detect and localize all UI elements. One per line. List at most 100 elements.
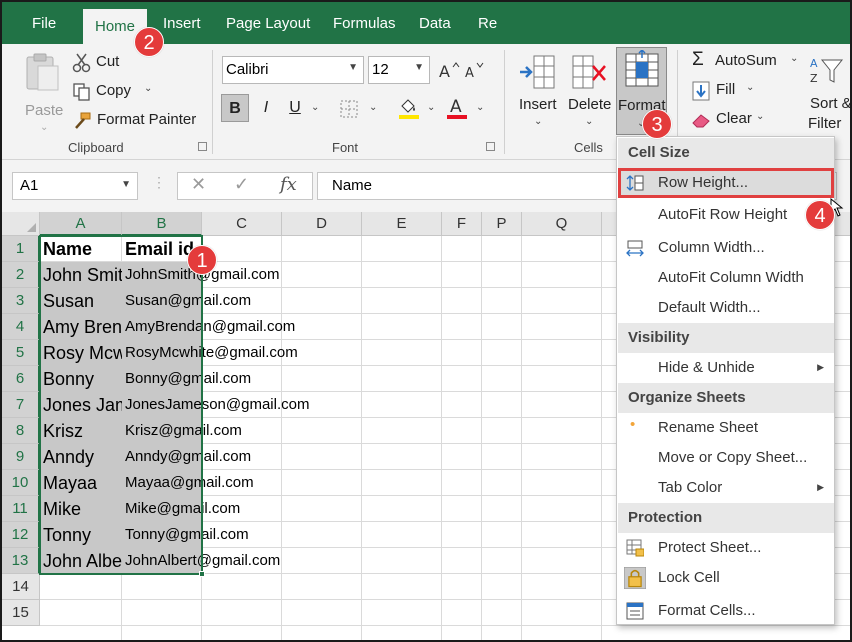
fill-color-icon[interactable] (397, 96, 421, 120)
row-header-7[interactable]: 7 (2, 392, 40, 418)
row-header-5[interactable]: 5 (2, 340, 40, 366)
chevron-right-icon: ▶ (817, 482, 824, 492)
tab-insert[interactable]: Insert (163, 12, 201, 40)
row-header-8[interactable]: 8 (2, 418, 40, 444)
fill-handle[interactable] (199, 571, 205, 577)
copy-button[interactable]: Copy ⌄ (72, 81, 162, 105)
sort-filter-button[interactable]: A Z Sort & Filter (808, 52, 850, 136)
menu-item-lock-cell[interactable]: Lock Cell (618, 563, 834, 593)
insert-cells-button[interactable]: Insert ⌄ (514, 50, 562, 134)
menu-item-protect-sheet[interactable]: Protect Sheet... (618, 533, 834, 563)
bold-button[interactable]: B (221, 94, 249, 122)
fill-button[interactable]: Fill ⌄ (690, 79, 770, 103)
row-header-1[interactable]: 1 (2, 236, 40, 262)
menu-item-tab-color[interactable]: Tab Color ▶ (618, 473, 834, 503)
dialog-launcher-icon[interactable] (198, 142, 207, 151)
column-header-b[interactable]: B (122, 212, 202, 236)
column-header-p[interactable]: P (482, 212, 522, 236)
insert-function-icon[interactable]: fx (280, 174, 297, 195)
chevron-down-icon[interactable]: ⌄ (476, 102, 484, 113)
format-dropdown-menu: Cell Size Row Height... AutoFit Row Heig… (616, 136, 835, 625)
cut-label: Cut (96, 53, 120, 70)
dialog-launcher-icon[interactable] (486, 142, 495, 151)
chevron-down-icon: ▼ (348, 62, 358, 73)
tab-data[interactable]: Data (419, 12, 451, 40)
tab-file[interactable]: File (32, 12, 56, 40)
menu-item-rename-sheet[interactable]: • Rename Sheet (618, 413, 834, 443)
paste-button[interactable]: Paste ⌄ (20, 52, 66, 133)
row-header-4[interactable]: 4 (2, 314, 40, 340)
underline-button[interactable]: U (281, 94, 309, 122)
chevron-down-icon[interactable]: ⌄ (311, 102, 319, 113)
italic-button[interactable]: I (252, 94, 280, 122)
clear-button[interactable]: Clear ⌄ (690, 108, 780, 132)
tab-page-layout[interactable]: Page Layout (226, 12, 310, 40)
column-header-d[interactable]: D (282, 212, 362, 236)
tab-formulas[interactable]: Formulas (333, 12, 396, 40)
delete-cells-label: Delete (568, 96, 612, 113)
delete-cells-button[interactable]: Delete ⌄ (565, 50, 615, 134)
menu-item-label: AutoFit Row Height (658, 206, 788, 223)
paste-label: Paste (25, 102, 64, 119)
format-painter-label: Format Painter (97, 111, 197, 128)
row-header-12[interactable]: 12 (2, 522, 40, 548)
menu-item-autofit-row-height[interactable]: AutoFit Row Height (618, 200, 834, 230)
font-name-value: Calibri (226, 61, 269, 78)
menu-item-move-copy-sheet[interactable]: Move or Copy Sheet... (618, 443, 834, 473)
bold-icon: B (229, 100, 241, 117)
chevron-down-icon[interactable]: ⌄ (427, 102, 435, 113)
enter-check-icon[interactable]: ✓ (234, 174, 249, 195)
menu-item-column-width[interactable]: Column Width... (618, 233, 834, 263)
row-header-14[interactable]: 14 (2, 574, 40, 600)
font-group-label: Font (332, 140, 359, 155)
tab-review[interactable]: Re (478, 12, 497, 40)
menu-item-row-height[interactable]: Row Height... (618, 168, 834, 198)
column-header-f[interactable]: F (442, 212, 482, 236)
autosum-button[interactable]: Σ AutoSum ⌄ (690, 49, 810, 74)
row-header-11[interactable]: 11 (2, 496, 40, 522)
row-header-10[interactable]: 10 (2, 470, 40, 496)
column-header-q[interactable]: Q (522, 212, 602, 236)
menu-item-label: Rename Sheet (658, 419, 759, 436)
row-header-6[interactable]: 6 (2, 366, 40, 392)
column-header-e[interactable]: E (362, 212, 442, 236)
name-box[interactable]: A1 ▼ (12, 172, 138, 200)
format-painter-button[interactable]: Format Painter (72, 110, 202, 134)
decrease-font-icon[interactable]: A (464, 59, 486, 81)
menu-item-autofit-column-width[interactable]: AutoFit Column Width (618, 263, 834, 293)
font-color-icon[interactable]: A (445, 96, 469, 120)
menu-section-organize-sheets: Organize Sheets (618, 383, 834, 413)
font-size-combo[interactable]: 12 ▼ (368, 56, 430, 84)
row-header-9[interactable]: 9 (2, 444, 40, 470)
menu-item-default-width[interactable]: Default Width... (618, 293, 834, 323)
underline-icon: U (289, 99, 301, 116)
row-header-3[interactable]: 3 (2, 288, 40, 314)
menu-item-label: Default Width... (658, 299, 761, 316)
menu-item-hide-unhide[interactable]: Hide & Unhide ▶ (618, 353, 834, 383)
chevron-down-icon[interactable]: ⌄ (369, 102, 377, 113)
formula-value: Name (332, 177, 373, 194)
font-name-combo[interactable]: Calibri ▼ (222, 56, 364, 84)
select-all-button[interactable] (2, 212, 40, 236)
svg-text:A: A (810, 57, 818, 70)
borders-icon[interactable] (339, 99, 359, 119)
row-header-15[interactable]: 15 (2, 600, 40, 626)
column-header-a[interactable]: A (40, 212, 122, 236)
cut-button[interactable]: Cut (72, 52, 152, 76)
fill-label: Fill (716, 81, 736, 98)
font-size-value: 12 (372, 61, 389, 78)
row-header-2[interactable]: 2 (2, 262, 40, 288)
increase-font-icon[interactable]: A (438, 59, 460, 81)
formula-buttons: ✕ ✓ fx (177, 172, 313, 200)
column-header-c[interactable]: C (202, 212, 282, 236)
menu-item-format-cells[interactable]: Format Cells... (618, 596, 834, 626)
cells-group-label: Cells (574, 140, 603, 155)
delete-cells-icon (572, 55, 606, 89)
format-cells-dialog-icon (626, 602, 644, 620)
row-header-13[interactable]: 13 (2, 548, 40, 574)
chevron-down-icon: ⌄ (40, 122, 49, 133)
step-badge-1: 1 (187, 245, 217, 275)
cancel-icon[interactable]: ✕ (191, 174, 206, 195)
svg-text:Z: Z (810, 72, 818, 85)
insert-cells-icon (520, 55, 555, 89)
